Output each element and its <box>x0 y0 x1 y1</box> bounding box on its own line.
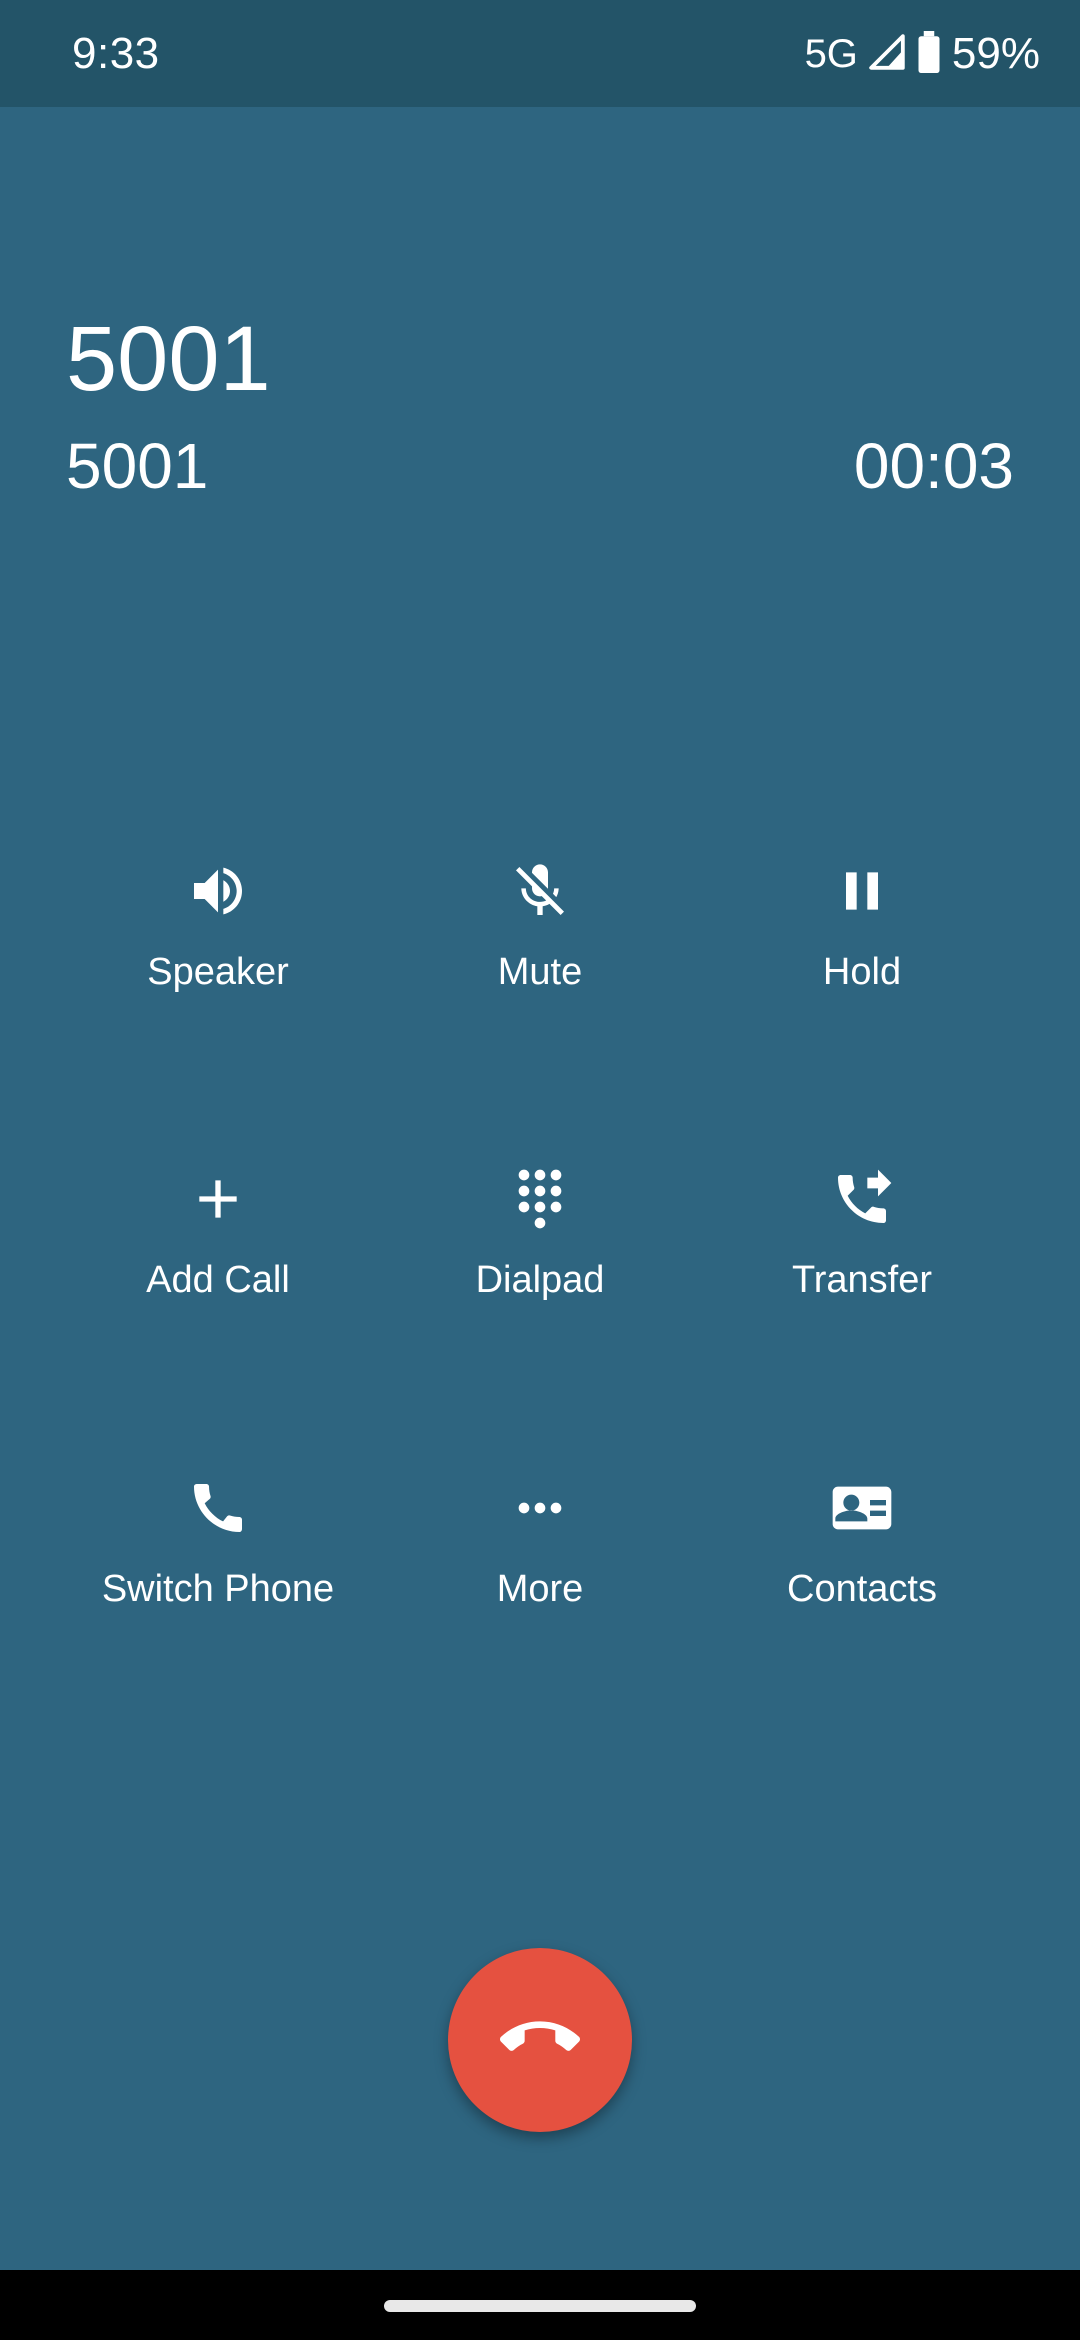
transfer-button[interactable]: Transfer <box>712 1163 1012 1393</box>
status-time: 9:33 <box>72 29 160 78</box>
hold-button[interactable]: Hold <box>712 855 1012 1085</box>
contacts-label: Contacts <box>787 1568 937 1610</box>
dialpad-label: Dialpad <box>475 1259 605 1301</box>
pause-icon <box>826 855 898 927</box>
caller-number: 5001 <box>66 430 209 502</box>
speaker-label: Speaker <box>147 951 289 993</box>
phone-icon <box>182 1472 254 1544</box>
hold-label: Hold <box>822 951 902 993</box>
mute-label: Mute <box>497 951 583 993</box>
dialpad-button[interactable]: Dialpad <box>390 1163 690 1393</box>
home-gesture-handle[interactable] <box>384 2300 696 2312</box>
contact-card-icon <box>826 1472 898 1544</box>
battery-percent: 59% <box>951 29 1040 78</box>
network-type: 5G <box>804 32 858 76</box>
phone-forward-icon <box>826 1163 898 1235</box>
more-button[interactable]: More <box>390 1472 690 1702</box>
speaker-button[interactable]: Speaker <box>68 855 368 1085</box>
contacts-button[interactable]: Contacts <box>712 1472 1012 1702</box>
switch-phone-button[interactable]: Switch Phone <box>68 1472 368 1702</box>
status-bar: 9:33 5G 59% <box>0 0 1080 107</box>
add-call-button[interactable]: Add Call <box>68 1163 368 1393</box>
dialpad-icon <box>504 1163 576 1235</box>
transfer-label: Transfer <box>791 1259 933 1301</box>
more-label: More <box>496 1568 584 1610</box>
add-call-label: Add Call <box>146 1259 290 1301</box>
switch-phone-label: Switch Phone <box>101 1568 335 1610</box>
signal-icon <box>868 33 906 76</box>
caller-name: 5001 <box>66 308 271 410</box>
status-indicators: 5G 59% <box>805 26 1040 82</box>
mic-off-icon <box>504 855 576 927</box>
speaker-icon <box>182 855 254 927</box>
call-timer: 00:03 <box>853 430 1014 502</box>
more-horiz-icon <box>504 1472 576 1544</box>
battery-icon <box>916 30 942 78</box>
end-call-button[interactable] <box>448 1948 632 2132</box>
mute-button[interactable]: Mute <box>390 855 690 1085</box>
call-end-icon <box>500 1998 580 2083</box>
plus-icon <box>182 1163 254 1235</box>
